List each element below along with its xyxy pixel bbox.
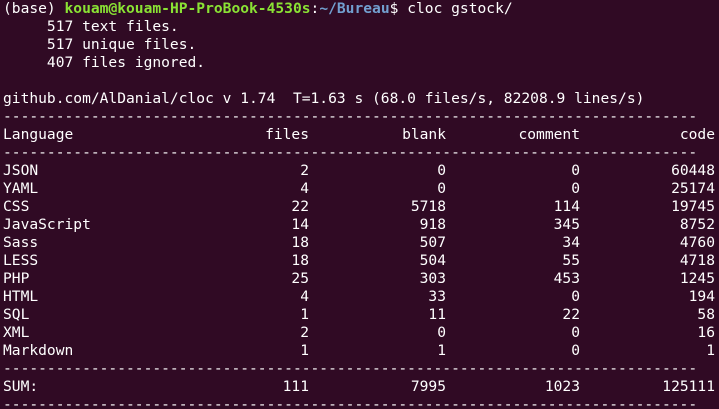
terminal-window[interactable]: (base) kouam@kouam-HP-ProBook-4530s:~/Bu… [0,0,719,409]
cell-blank: 33 [428,288,446,305]
cell-code: 58 [697,306,715,323]
cell-code: 16 [697,324,715,341]
cell-blank: 507 [419,234,446,251]
cell-language: SQL [3,306,30,323]
cell-code: 4760 [679,234,715,251]
cell-comment: 345 [553,216,580,233]
prompt-dollar: $ [389,0,399,17]
table-row: JavaScript 14 918 345 8752 [0,216,715,234]
cell-files: 22 [291,198,309,215]
current-path: ~/Bureau [319,0,390,17]
cell-code: 60448 [671,162,715,179]
cell-language: Markdown [3,342,74,359]
summary-text-files: 517 text files. [3,18,179,35]
cell-code: 1 [706,342,715,359]
cell-language: YAML [3,180,39,197]
table-row: LESS 18 504 55 4718 [0,252,715,270]
separator-bottom: ----------------------------------------… [3,396,698,409]
cell-code: 25174 [671,180,715,197]
cell-files: 1 [300,306,309,323]
sum-files: 111 [282,378,309,395]
header-blank: blank [402,126,446,143]
cell-comment: 0 [571,342,580,359]
cell-blank: 1 [437,342,446,359]
header-files: files [265,126,309,143]
cell-blank: 0 [437,162,446,179]
cell-blank: 918 [419,216,446,233]
cell-comment: 0 [571,180,580,197]
cell-files: 2 [300,162,309,179]
header-comment: comment [518,126,580,143]
cell-comment: 453 [553,270,580,287]
cell-blank: 5718 [410,198,446,215]
user-host: kouam@kouam-HP-ProBook-4530s [64,0,311,17]
cell-comment: 0 [571,324,580,341]
sum-comment: 1023 [544,378,580,395]
cell-blank: 303 [419,270,446,287]
prompt-colon: : [310,0,320,17]
sum-row: SUM: 111 7995 1023 125111 [0,378,715,396]
table-row: PHP 25 303 453 1245 [0,270,715,288]
table-row: HTML 4 33 0 194 [0,288,715,306]
cell-language: CSS [3,198,30,215]
table-row: SQL 1 11 22 58 [0,306,715,324]
table-row: JSON 2 0 0 60448 [0,162,715,180]
cell-files: 2 [300,324,309,341]
summary-unique-files: 517 unique files. [3,36,197,53]
cell-comment: 22 [562,306,580,323]
command-text: cloc gstock/ [407,0,513,17]
cell-comment: 114 [553,198,580,215]
cell-comment: 0 [571,162,580,179]
cell-blank: 504 [419,252,446,269]
cell-files: 18 [291,252,309,269]
sum-code: 125111 [662,378,715,395]
cell-code: 194 [688,288,715,305]
table-header-row: Language files blank comment code [0,126,715,144]
sum-blank: 7995 [410,378,446,395]
cell-files: 4 [300,180,309,197]
separator-top: ----------------------------------------… [3,108,698,125]
command-prompt-line: (base) kouam@kouam-HP-ProBook-4530s:~/Bu… [0,0,719,18]
cell-language: PHP [3,270,30,287]
table-row: XML 2 0 0 16 [0,324,715,342]
header-language: Language [3,126,74,143]
cell-files: 25 [291,270,309,287]
cell-code: 8752 [679,216,715,233]
cell-code: 1245 [679,270,715,287]
table-row: Sass 18 507 34 4760 [0,234,715,252]
table-row: YAML 4 0 0 25174 [0,180,715,198]
cell-files: 18 [291,234,309,251]
cell-language: JSON [3,162,39,179]
summary-ignored-files: 407 files ignored. [3,54,206,71]
cell-language: HTML [3,288,39,305]
separator-pre-sum: ----------------------------------------… [3,360,698,377]
cell-language: Sass [3,234,39,251]
header-code: code [679,126,715,143]
cell-comment: 0 [571,288,580,305]
cell-language: LESS [3,252,39,269]
cell-comment: 55 [562,252,580,269]
cell-language: JavaScript [3,216,91,233]
cell-language: XML [3,324,30,341]
cell-code: 19745 [671,198,715,215]
cell-comment: 34 [562,234,580,251]
cell-blank: 0 [437,324,446,341]
sum-label: SUM: [3,378,39,395]
cell-files: 1 [300,342,309,359]
table-row: Markdown 1 1 0 1 [0,342,715,360]
table-row: CSS 22 5718 114 19745 [0,198,715,216]
cell-files: 14 [291,216,309,233]
cell-blank: 11 [428,306,446,323]
cell-code: 4718 [679,252,715,269]
table-body: JSON 2 0 0 60448 YAML 4 0 0 25174 CSS 22… [0,162,719,360]
cell-files: 4 [300,288,309,305]
version-line: github.com/AlDanial/cloc v 1.74 T=1.63 s… [3,90,645,107]
conda-env: (base) [3,0,56,17]
separator-header: ----------------------------------------… [3,144,698,161]
cell-blank: 0 [437,180,446,197]
